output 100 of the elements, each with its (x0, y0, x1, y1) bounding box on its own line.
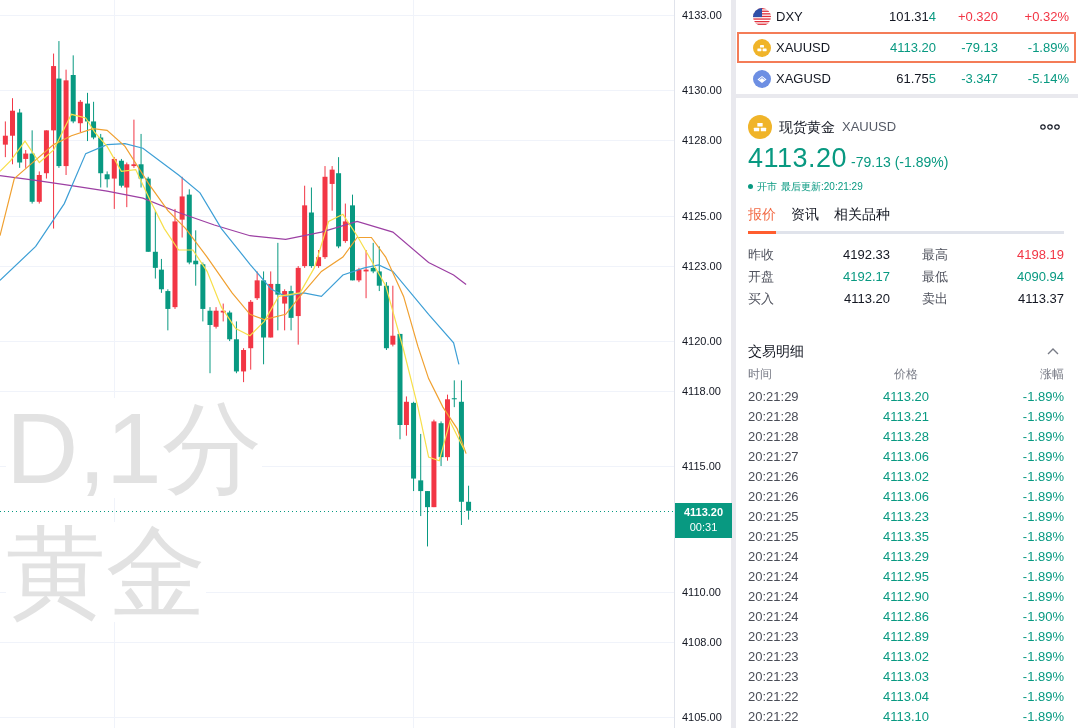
time-cell-text: 20:21:25 (748, 508, 800, 527)
time-cell-text: 20:21:28 (748, 408, 800, 427)
stat-label: 买入 (748, 290, 775, 309)
time-cell-text: 20:21:23 (748, 668, 800, 687)
stacked-ingots-icon (748, 115, 772, 139)
time-cell-text: 20:21:27 (748, 448, 800, 467)
time-cell-text: 20:21:25 (748, 528, 800, 547)
time-cell-text: 20:21:26 (748, 488, 800, 507)
more-icon[interactable] (1040, 124, 1060, 130)
change-percent-text: +0.32% (1023, 7, 1069, 26)
time-cell-text: 20:21:23 (748, 648, 800, 667)
column-header: 价格 (893, 366, 919, 383)
time-cell-text: 20:21:24 (748, 588, 800, 607)
stat-value: 4090.94 (1016, 268, 1064, 287)
change-text: -79.13 (960, 38, 998, 57)
change-cell-text: -1.89% (1021, 648, 1064, 667)
instrument-symbol: XAUUSD (842, 118, 897, 137)
stat-label: 最低 (922, 268, 949, 287)
tab[interactable]: 资讯 (791, 204, 819, 234)
price-cell-text: 4112.86 (881, 608, 930, 627)
price-cell-text: 4113.02 (881, 468, 930, 487)
change-cell-text: -1.89% (1021, 708, 1064, 727)
time-cell-text: 20:21:22 (748, 688, 800, 707)
stat-value: 4192.33 (842, 246, 890, 265)
tab[interactable]: 相关品种 (834, 204, 890, 234)
price-cell-text: 4113.20 (881, 388, 930, 407)
axis-price-label: 4133.00 (682, 8, 722, 22)
caret-icon[interactable] (1047, 346, 1059, 356)
price-cell-text: 4113.21 (881, 408, 930, 427)
price-cell-text: 4113.28 (881, 428, 930, 447)
axis-price-label: 4118.00 (682, 384, 721, 399)
price-cell-text: 4113.06 (881, 488, 930, 507)
time-cell-text: 20:21:26 (748, 468, 800, 487)
column-header: 时间 (748, 366, 773, 383)
price-cell-text: 4113.10 (881, 708, 930, 727)
stat-label: 最高 (922, 246, 949, 265)
change-cell-text: -1.89% (1021, 688, 1064, 707)
change-percent-text: -5.14% (1026, 69, 1069, 88)
stat-label: 开盘 (748, 268, 775, 287)
countdown-text: 00:31 (689, 520, 718, 535)
change-cell-text: -1.89% (1021, 448, 1064, 467)
change-cell-text: -1.89% (1021, 388, 1064, 407)
column-header: 涨幅 (1039, 366, 1064, 383)
price-cell-text: 4113.35 (881, 528, 930, 547)
axis-price-label: 4108.00 (682, 634, 722, 649)
flag-icon (753, 7, 771, 26)
price-cell-text: 4113.23 (881, 508, 930, 527)
time-cell-text: 20:21:29 (748, 388, 800, 407)
change-text: +0.320 (956, 7, 998, 26)
symbol-text: XAGUSD (776, 69, 832, 88)
change-cell-text: -1.89% (1021, 628, 1064, 647)
stat-value: 4113.20 (842, 290, 890, 309)
price-cell-text: 4113.03 (881, 668, 930, 687)
watchlist-row[interactable]: XAGUSD 61.755 -3.347 -5.14% (737, 63, 1076, 94)
last-update-time: 最后更新:20:21:29 (781, 179, 863, 194)
price-text: 101.314 (888, 7, 936, 26)
price-cell-text: 4112.90 (881, 588, 930, 607)
price-cell-text: 4112.95 (881, 568, 930, 587)
change-cell-text: -1.89% (1021, 488, 1064, 507)
axis-price-label: 4123.00 (682, 258, 722, 273)
time-cell-text: 20:21:23 (748, 628, 800, 647)
time-cell-text: 20:21:24 (748, 568, 800, 587)
axis-price-label: 4128.00 (682, 133, 722, 148)
symbol-text: XAUUSD (776, 38, 832, 57)
time-cell-text: 20:21:22 (748, 708, 800, 727)
stat-value: 4192.17 (842, 268, 890, 287)
change-cell-text: -1.89% (1021, 408, 1064, 427)
axis-price-label: 4115.00 (682, 459, 721, 474)
watchlist-row[interactable]: XAUUSD 4113.20 -79.13 -1.89% (737, 32, 1076, 63)
market-status: 开市 (757, 179, 777, 194)
stacked-ingots-icon (753, 38, 771, 57)
change-cell-text: -1.89% (1021, 468, 1064, 487)
change-cell-text: -1.89% (1021, 548, 1064, 567)
axis-price-label: 4110.00 (682, 584, 721, 599)
price-text: 4113.20 (888, 38, 936, 57)
change-cell-text: -1.89% (1021, 588, 1064, 607)
change-cell-text: -1.89% (1021, 428, 1064, 447)
section-title: 交易明细 (748, 341, 804, 361)
stat-label: 昨收 (748, 246, 775, 265)
change-cell-text: -1.88% (1021, 528, 1064, 547)
axis-price-label: 4125.00 (682, 208, 722, 223)
price-cell-text: 4113.06 (881, 448, 930, 467)
change-text: -3.347 (960, 69, 998, 88)
axis-price-label: 4105.00 (682, 710, 722, 724)
price-cell-text: 4113.02 (881, 648, 930, 667)
change-cell-text: -1.90% (1021, 608, 1064, 627)
axis-price-label: 4130.00 (682, 83, 722, 98)
symbol-text: DXY (776, 7, 804, 26)
price-cell-text: 4113.04 (881, 688, 930, 707)
price-cell-text: 4113.29 (881, 548, 930, 567)
last-price-text: 4113.20 (683, 505, 724, 520)
change-cell-text: -1.89% (1021, 508, 1064, 527)
price-cell-text: 4112.89 (881, 628, 930, 647)
stat-value: 4113.37 (1016, 290, 1064, 309)
watchlist-row[interactable]: DXY 101.314 +0.320 +0.32% (737, 1, 1076, 32)
change-cell-text: -1.89% (1021, 668, 1064, 687)
time-cell-text: 20:21:24 (748, 548, 800, 567)
change-percent-text: -1.89% (1026, 38, 1069, 57)
price-change: -79.13 (-1.89%) (851, 153, 949, 172)
status-dot-icon (748, 183, 753, 189)
